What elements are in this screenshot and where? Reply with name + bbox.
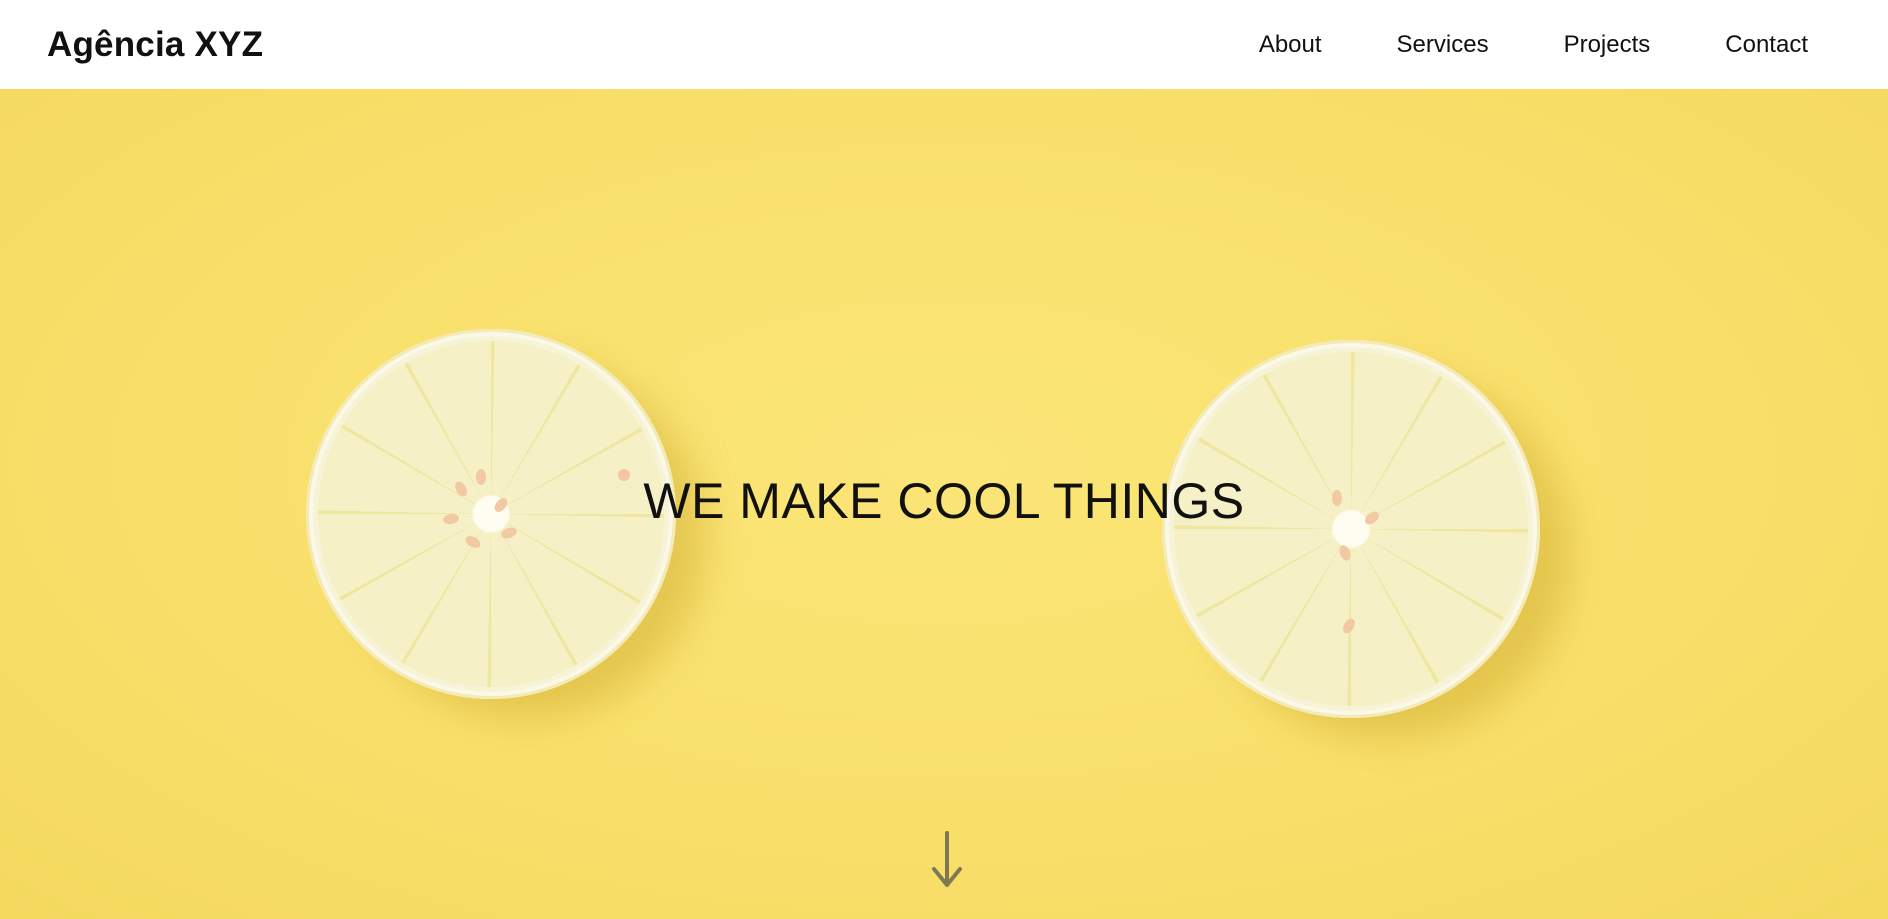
nav-link-about[interactable]: About (1259, 31, 1322, 59)
main-nav: About Services Projects Contact (1184, 31, 1808, 59)
nav-link-services[interactable]: Services (1397, 31, 1489, 59)
arrow-down-icon[interactable] (928, 831, 966, 889)
hero-title: WE MAKE COOL THINGS (643, 473, 1245, 529)
nav-link-projects[interactable]: Projects (1564, 31, 1651, 59)
hero-section: WE MAKE COOL THINGS (0, 89, 1888, 919)
site-logo[interactable]: Agência XYZ (47, 25, 263, 65)
site-header: Agência XYZ About Services Projects Cont… (0, 0, 1888, 89)
nav-link-contact[interactable]: Contact (1725, 31, 1808, 59)
